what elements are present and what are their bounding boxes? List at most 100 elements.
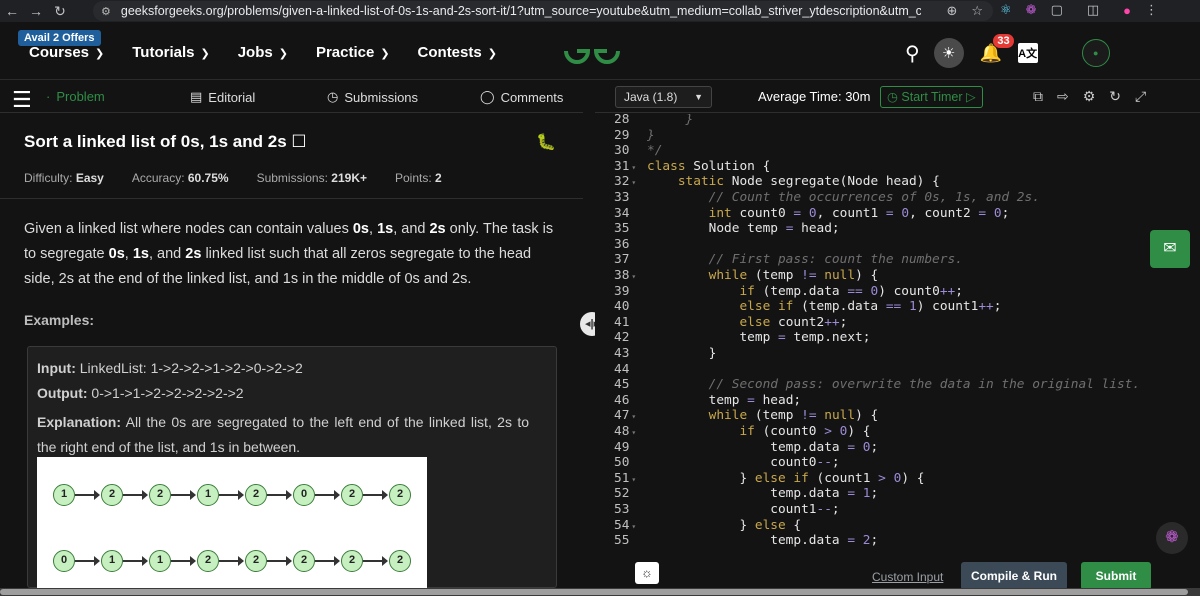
code-token: else if	[739, 299, 794, 315]
points-label: Points:	[395, 171, 432, 185]
problem-title: Sort a linked list of 0s, 1s and 2s ☐	[24, 132, 307, 152]
code-line: } else {	[647, 518, 801, 534]
arrow-right-icon	[123, 490, 148, 500]
clock-icon: ◷	[327, 89, 339, 104]
code-token: count1	[647, 502, 817, 517]
line-number-text: 52	[614, 486, 630, 502]
start-timer-button[interactable]: ◷ Start Timer ▷	[880, 86, 983, 108]
brain-icon[interactable]: ❁	[1156, 522, 1188, 554]
theme-toggle-sun-icon[interactable]: ☀	[933, 38, 964, 68]
bug-icon[interactable]: 🐛	[536, 132, 556, 152]
code-token: while	[708, 408, 748, 424]
line-number-text: 34	[614, 205, 630, 221]
line-number: 34	[614, 206, 644, 222]
menu-jobs[interactable]: Jobs ❯	[238, 44, 288, 61]
bookmark-icon[interactable]: ☐	[291, 132, 306, 151]
description-segment: 0s	[108, 246, 125, 262]
site-info-icon[interactable]: ⚙	[101, 5, 111, 18]
compile-run-button[interactable]: Compile & Run	[961, 562, 1067, 590]
copy-icon[interactable]: ⧉	[1033, 88, 1043, 105]
points-value: 2	[435, 171, 442, 185]
reload-icon[interactable]: ↻	[48, 3, 72, 20]
user-avatar[interactable]: ●	[1081, 39, 1110, 67]
line-number: 40	[614, 299, 644, 315]
tab-comments[interactable]: ◯ Comments	[480, 89, 563, 105]
fold-chevron-icon[interactable]: ▾	[631, 178, 636, 187]
list-node: 2	[149, 484, 171, 506]
chevron-down-icon: ❯	[380, 48, 390, 60]
zoom-icon[interactable]: ⊕	[946, 3, 957, 19]
line-number-text: 43	[614, 346, 630, 361]
code-token: ) count0	[878, 283, 940, 299]
code-editor[interactable]: 28 } 29} 30 */31 ▾ class Solution {32 ▾ static…	[595, 114, 1200, 554]
fullscreen-icon[interactable]: ⤢	[1135, 88, 1146, 105]
tab-editorial[interactable]: ▤ Editorial	[190, 89, 255, 105]
line-number: 31 ▾	[614, 159, 644, 176]
export-icon[interactable]: ⇨	[1057, 88, 1069, 105]
fold-chevron-icon[interactable]: ▾	[631, 428, 636, 437]
extensions-puzzle-icon[interactable]: ▢	[1051, 2, 1063, 18]
code-token: ) {	[855, 268, 879, 283]
list-node: 1	[197, 484, 219, 506]
menu-practice[interactable]: Practice ❯	[316, 44, 390, 61]
browser-menu-icon[interactable]: ⋮	[1145, 2, 1158, 18]
line-number-text: 53	[614, 502, 630, 517]
hamburger-menu-icon[interactable]: ☰	[12, 87, 32, 113]
profile-avatar-icon[interactable]: ●	[1123, 3, 1131, 18]
menu-contests[interactable]: Contests ❯	[418, 44, 497, 61]
bell-icon[interactable]: 🔔 33	[978, 34, 1014, 66]
code-token: =	[978, 205, 987, 221]
fold-chevron-icon[interactable]: ▾	[631, 412, 636, 421]
fold-chevron-icon[interactable]: ▾	[631, 475, 636, 484]
code-token: count0	[731, 205, 794, 221]
reset-icon[interactable]: ↻	[1109, 88, 1121, 105]
menu-tutorials[interactable]: Tutorials ❯	[132, 44, 209, 61]
bookmark-star-icon[interactable]: ☆	[971, 3, 983, 19]
code-token: if	[739, 424, 755, 439]
tab-submissions[interactable]: ◷ Submissions	[327, 89, 418, 105]
arrow-right-icon	[75, 490, 100, 500]
submit-button[interactable]: Submit	[1081, 562, 1151, 590]
chat-icon[interactable]: ✉	[1150, 230, 1190, 268]
code-token: !=	[801, 268, 817, 283]
address-bar[interactable]: ⚙ geeksforgeeks.org/problems/given-a-lin…	[93, 1, 993, 21]
list-node: 2	[389, 550, 411, 572]
forward-icon[interactable]: →	[24, 3, 48, 19]
tab-problem[interactable]: · Problem	[46, 89, 105, 104]
settings-gear-icon[interactable]: ⚙	[1083, 88, 1096, 105]
code-token: ) {	[901, 470, 925, 486]
line-number-text: 30	[614, 143, 630, 159]
back-icon[interactable]: ←	[0, 3, 24, 19]
gfg-logo[interactable]	[562, 36, 622, 74]
difficulty: Difficulty: Easy	[24, 171, 104, 185]
line-number: 48 ▾	[614, 424, 644, 441]
extension-react-icon[interactable]: ⚛	[1000, 2, 1012, 18]
code-token: --	[816, 455, 832, 471]
language-icon[interactable]: A文	[1017, 43, 1038, 63]
fold-chevron-icon[interactable]: ▾	[631, 272, 636, 281]
code-token: ;	[831, 502, 840, 517]
reading-list-icon[interactable]: ◫	[1087, 2, 1099, 18]
menu-courses[interactable]: Courses ❯	[29, 44, 104, 61]
extension-brain-icon[interactable]: ❁	[1026, 2, 1037, 18]
language-select[interactable]: Java (1.8) ▼	[615, 86, 712, 108]
arrow-right-icon	[363, 490, 388, 500]
code-token: =	[885, 205, 894, 221]
fold-chevron-icon[interactable]: ▾	[631, 163, 636, 172]
horizontal-scrollbar-thumb[interactable]	[0, 589, 1188, 595]
custom-input-link[interactable]: Custom Input	[872, 570, 943, 584]
fold-chevron-icon[interactable]: ▾	[631, 522, 636, 531]
search-icon[interactable]: ⚲	[905, 41, 920, 66]
line-number: 38 ▾	[614, 268, 644, 285]
code-token: else	[739, 314, 771, 330]
browser-toolbar: ← → ↻ ⚙ geeksforgeeks.org/problems/given…	[0, 0, 1200, 22]
code-token: (count0	[754, 424, 825, 439]
lightbulb-icon[interactable]: ☼	[635, 562, 659, 584]
code-line: // Count the occurrences of 0s, 1s, and …	[647, 190, 1040, 206]
line-number-text: 38	[614, 268, 630, 283]
description-segment: Given a linked list where nodes can cont…	[24, 221, 353, 237]
